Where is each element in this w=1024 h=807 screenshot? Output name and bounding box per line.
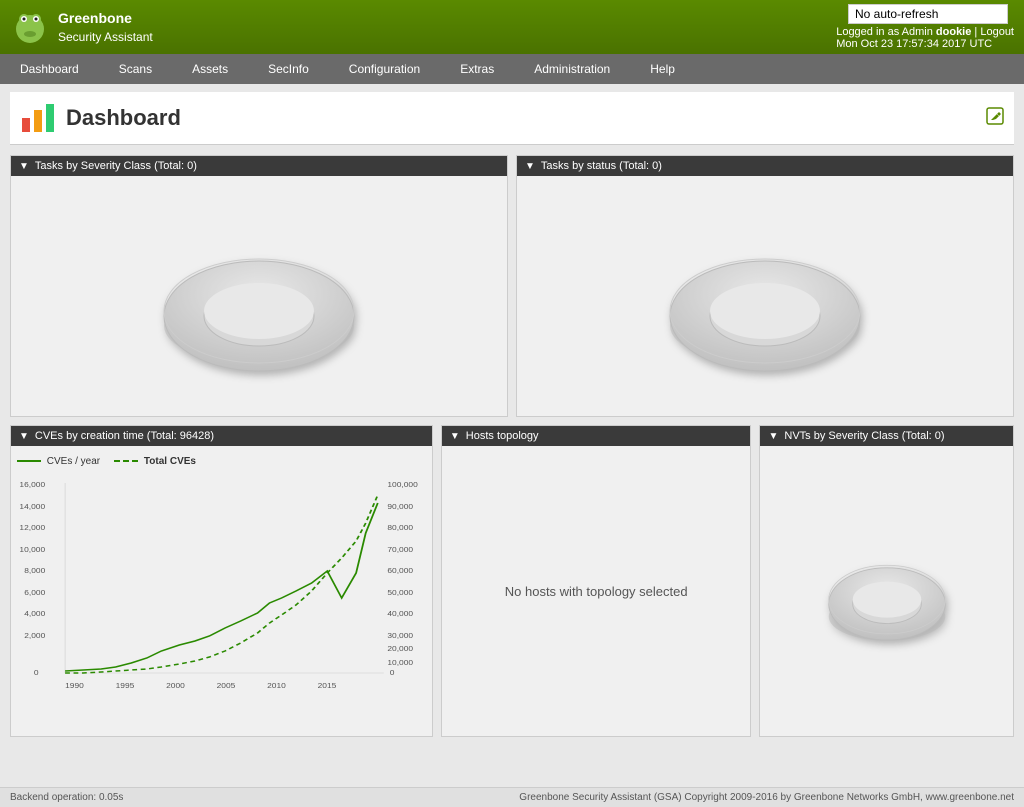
panel-tasks-severity: ▼ Tasks by Severity Class (Total: 0) — [10, 155, 508, 417]
donut-nvts-chart — [812, 531, 962, 651]
collapse-arrow-status[interactable]: ▼ — [525, 161, 535, 172]
header-right: No auto-refresh30 seconds1 minute5 minut… — [836, 4, 1014, 50]
dashboard-top-row: ▼ Tasks by Severity Class (Total: 0) — [10, 155, 1014, 417]
nav-dashboard[interactable]: Dashboard — [0, 54, 99, 84]
edit-dashboard-icon[interactable] — [986, 107, 1004, 130]
panel-nvts-severity-title: NVTs by Severity Class (Total: 0) — [784, 430, 944, 442]
collapse-arrow-nvts[interactable]: ▼ — [768, 431, 778, 442]
panel-cves: ▼ CVEs by creation time (Total: 96428) C… — [10, 425, 433, 737]
nav-administration[interactable]: Administration — [514, 54, 630, 84]
panel-cves-body: CVEs / year Total CVEs 16,000 14,000 12,… — [11, 446, 432, 736]
footer: Backend operation: 0.05s Greenbone Secur… — [0, 787, 1024, 807]
navbar: Dashboard Scans Assets SecInfo Configura… — [0, 54, 1024, 84]
page-title: Dashboard — [66, 105, 181, 131]
donut-status-chart — [655, 216, 875, 376]
panel-cves-title: CVEs by creation time (Total: 96428) — [35, 430, 214, 442]
username: dookie — [936, 26, 971, 38]
panel-tasks-severity-header: ▼ Tasks by Severity Class (Total: 0) — [11, 156, 507, 176]
donut-severity-chart — [149, 216, 369, 376]
svg-text:12,000: 12,000 — [19, 524, 45, 532]
svg-text:14,000: 14,000 — [19, 503, 45, 511]
svg-text:2000: 2000 — [166, 682, 185, 690]
svg-text:60,000: 60,000 — [387, 567, 413, 575]
svg-text:80,000: 80,000 — [387, 524, 413, 532]
panel-hosts-topology-body: No hosts with topology selected — [442, 446, 751, 736]
svg-text:1990: 1990 — [65, 682, 84, 690]
nav-help[interactable]: Help — [630, 54, 695, 84]
no-hosts-message: No hosts with topology selected — [505, 584, 688, 599]
logout-link[interactable]: Logout — [980, 26, 1014, 38]
collapse-arrow-topology[interactable]: ▼ — [450, 431, 460, 442]
greenbone-logo — [10, 7, 50, 47]
svg-text:0: 0 — [390, 669, 395, 677]
svg-text:2010: 2010 — [267, 682, 286, 690]
svg-text:1995: 1995 — [116, 682, 135, 690]
svg-text:20,000: 20,000 — [387, 645, 413, 653]
footer-backend-info: Backend operation: 0.05s — [10, 792, 123, 803]
nav-assets[interactable]: Assets — [172, 54, 248, 84]
footer-copyright: Greenbone Security Assistant (GSA) Copyr… — [519, 792, 1014, 803]
header: Greenbone Security Assistant No auto-ref… — [0, 0, 1024, 54]
dashboard-bottom-row: ▼ CVEs by creation time (Total: 96428) C… — [10, 425, 1014, 737]
svg-text:2,000: 2,000 — [24, 632, 45, 640]
panel-hosts-topology: ▼ Hosts topology No hosts with topology … — [441, 425, 752, 737]
main-content: Dashboard ▼ Tasks by Severity Class (Tot… — [0, 84, 1024, 745]
panel-cves-header: ▼ CVEs by creation time (Total: 96428) — [11, 426, 432, 446]
svg-text:8,000: 8,000 — [24, 567, 45, 575]
svg-text:2005: 2005 — [217, 682, 236, 690]
chart-legend: CVEs / year Total CVEs — [17, 456, 426, 467]
refresh-select-wrap: No auto-refresh30 seconds1 minute5 minut… — [848, 4, 1014, 24]
panel-hosts-topology-header: ▼ Hosts topology — [442, 426, 751, 446]
legend-dashed-line — [114, 460, 138, 462]
svg-text:30,000: 30,000 — [387, 632, 413, 640]
legend-solid-item: CVEs / year — [17, 456, 100, 467]
page-title-bar: Dashboard — [10, 92, 1014, 145]
panel-nvts-severity-body — [760, 446, 1013, 736]
legend-dashed-item: Total CVEs — [114, 456, 196, 467]
panel-tasks-severity-body — [11, 176, 507, 416]
nav-extras[interactable]: Extras — [440, 54, 514, 84]
svg-text:50,000: 50,000 — [387, 589, 413, 597]
svg-text:70,000: 70,000 — [387, 546, 413, 554]
svg-text:2015: 2015 — [318, 682, 337, 690]
svg-text:0: 0 — [34, 669, 39, 677]
panel-nvts-severity: ▼ NVTs by Severity Class (Total: 0) — [759, 425, 1014, 737]
cves-per-year-line — [65, 503, 378, 671]
collapse-arrow-cves[interactable]: ▼ — [19, 431, 29, 442]
svg-text:40,000: 40,000 — [387, 610, 413, 618]
svg-text:100,000: 100,000 — [387, 481, 417, 489]
refresh-select[interactable]: No auto-refresh30 seconds1 minute5 minut… — [848, 4, 1008, 24]
panel-tasks-severity-title: Tasks by Severity Class (Total: 0) — [35, 160, 197, 172]
datetime: Mon Oct 23 17:57:34 2017 UTC — [836, 38, 992, 50]
svg-text:4,000: 4,000 — [24, 610, 45, 618]
legend-solid-line — [17, 460, 41, 462]
svg-text:6,000: 6,000 — [24, 589, 45, 597]
total-cves-line — [65, 495, 378, 673]
logo-text: Greenbone Security Assistant — [58, 9, 153, 46]
nav-scans[interactable]: Scans — [99, 54, 172, 84]
panel-tasks-status-title: Tasks by status (Total: 0) — [541, 160, 662, 172]
cve-line-chart: 16,000 14,000 12,000 10,000 8,000 6,000 … — [17, 473, 426, 703]
dashboard-icon — [20, 100, 56, 136]
collapse-arrow[interactable]: ▼ — [19, 161, 29, 172]
panel-tasks-status-body — [517, 176, 1013, 416]
legend-solid-label: CVEs / year — [47, 456, 100, 467]
nav-configuration[interactable]: Configuration — [329, 54, 440, 84]
panel-tasks-status-header: ▼ Tasks by status (Total: 0) — [517, 156, 1013, 176]
panel-tasks-status: ▼ Tasks by status (Total: 0) — [516, 155, 1014, 417]
svg-text:16,000: 16,000 — [19, 481, 45, 489]
user-info: Logged in as Admin dookie | Logout Mon O… — [836, 26, 1014, 50]
svg-text:90,000: 90,000 — [387, 503, 413, 511]
panel-nvts-severity-header: ▼ NVTs by Severity Class (Total: 0) — [760, 426, 1013, 446]
svg-text:10,000: 10,000 — [19, 546, 45, 554]
panel-hosts-topology-title: Hosts topology — [466, 430, 539, 442]
logo-area: Greenbone Security Assistant — [10, 7, 153, 47]
svg-text:10,000: 10,000 — [387, 659, 413, 667]
legend-dashed-label: Total CVEs — [144, 456, 196, 467]
nav-secinfo[interactable]: SecInfo — [248, 54, 329, 84]
